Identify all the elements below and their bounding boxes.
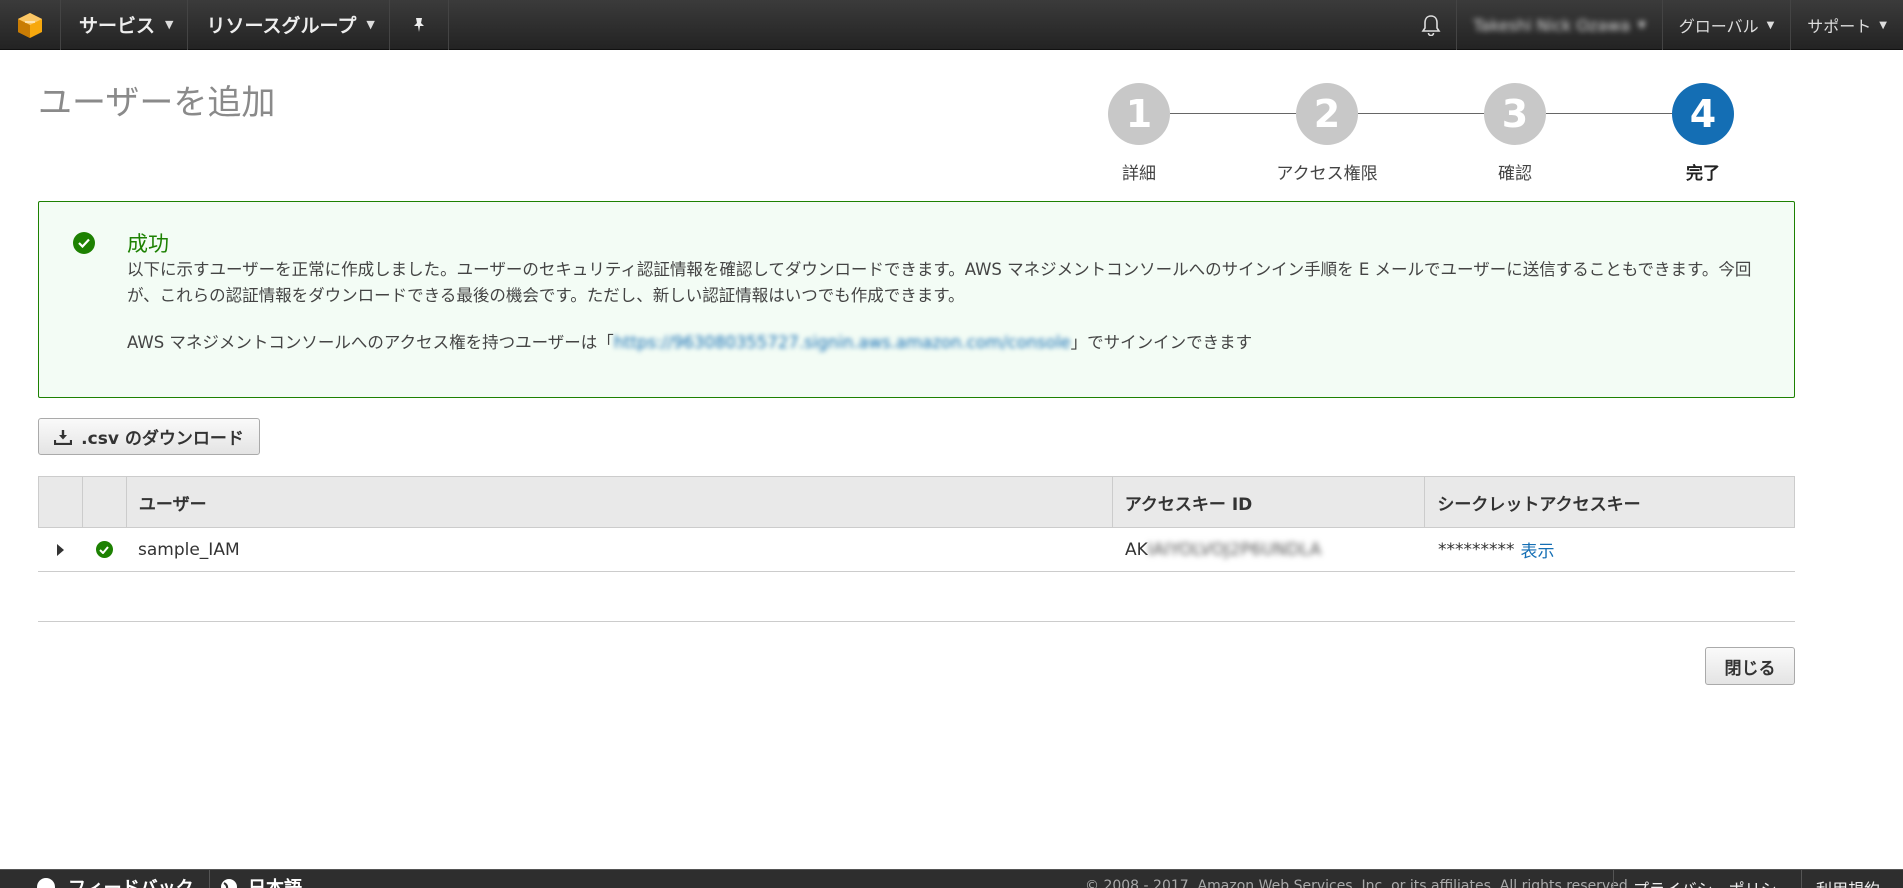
step-label: 確認 (1498, 164, 1532, 184)
access-key-rest: IAIYOLVOJ2P6UNDLA (1147, 539, 1322, 560)
header-status-col (83, 477, 127, 527)
signin-url-link[interactable]: https://963080355727.signin.aws.amazon.c… (614, 333, 1071, 352)
footer-separator (209, 870, 210, 888)
table-header: ユーザー アクセスキー ID シークレットアクセスキー (38, 476, 1795, 528)
username: Takeshi Nick Ozawa (1473, 15, 1631, 35)
header-user[interactable]: ユーザー (127, 477, 1113, 527)
wizard-stepper: 1 詳細 2 アクセス権限 3 確認 4 完了 (1108, 83, 1734, 184)
divider (38, 621, 1795, 622)
download-csv-button[interactable]: .csv のダウンロード (38, 418, 260, 455)
language-selector[interactable]: 日本語 (220, 874, 302, 888)
bell-icon[interactable] (1406, 14, 1456, 36)
chevron-down-icon: ▼ (1766, 19, 1775, 31)
step-number: 3 (1484, 83, 1546, 145)
chevron-down-icon: ▼ (366, 18, 375, 31)
top-navigation-bar: サービス ▼ リソースグループ ▼ Takeshi Nick Ozawa ▼ グ… (0, 0, 1903, 50)
chevron-down-icon: ▼ (165, 18, 174, 31)
region-menu[interactable]: グローバル ▼ (1661, 0, 1791, 50)
row-secret-access-key: ********* 表示 (1426, 528, 1795, 571)
header-expand-col (39, 477, 83, 527)
step-connector (1170, 113, 1296, 114)
step-label: 完了 (1686, 164, 1720, 184)
secret-masked: ********* (1438, 539, 1515, 560)
language-label: 日本語 (248, 874, 302, 888)
chevron-down-icon: ▼ (1638, 19, 1646, 31)
signin-url-prefix: AWS マネジメントコンソールへのアクセス権を持つユーザーは「 (127, 333, 614, 352)
globe-icon (221, 879, 237, 888)
success-alert: 成功 以下に示すユーザーを正常に作成しました。ユーザーのセキュリティ認証情報を確… (38, 201, 1795, 398)
table-row: sample_IAM AK IAIYOLVOJ2P6UNDLA *********… (38, 528, 1795, 572)
footer-separator (1613, 870, 1614, 888)
caret-right-icon (56, 543, 64, 556)
step-2: 2 アクセス権限 (1276, 83, 1378, 184)
row-user-name: sample_IAM (138, 539, 240, 560)
success-check-icon (73, 232, 95, 254)
privacy-policy-link[interactable]: プライバシーポリシー (1633, 876, 1793, 888)
users-table: ユーザー アクセスキー ID シークレットアクセスキー sample_IAM A… (38, 476, 1795, 572)
services-menu[interactable]: サービス ▼ (60, 0, 187, 50)
expand-row-toggle[interactable] (38, 528, 82, 571)
step-connector (1358, 113, 1484, 114)
feedback-icon (37, 878, 55, 888)
page-title: ユーザーを追加 (38, 83, 276, 123)
access-key-prefix: AK (1125, 539, 1148, 560)
support-menu[interactable]: サポート ▼ (1790, 0, 1903, 50)
download-csv-label: .csv のダウンロード (81, 429, 244, 449)
copyright-text: © 2008 - 2017, Amazon Web Services, Inc.… (1085, 878, 1633, 888)
success-check-icon (95, 541, 113, 558)
services-label: サービス (79, 15, 156, 37)
step-number: 2 (1296, 83, 1358, 145)
step-label: 詳細 (1122, 164, 1156, 184)
support-label: サポート (1807, 17, 1872, 36)
success-title: 成功 (127, 232, 169, 256)
step-number: 1 (1108, 83, 1170, 145)
footer-separator (1801, 870, 1802, 888)
account-menu[interactable]: Takeshi Nick Ozawa ▼ (1456, 0, 1661, 50)
step-3: 3 確認 (1484, 83, 1546, 184)
download-icon (54, 429, 73, 445)
step-4: 4 完了 (1672, 83, 1734, 184)
success-message: 以下に示すユーザーを正常に作成しました。ユーザーのセキュリティ認証情報を確認して… (127, 260, 1752, 305)
row-access-key-id: AK IAIYOLVOJ2P6UNDLA (1113, 528, 1426, 571)
signin-url-suffix: 」でサインインできます (1070, 333, 1253, 352)
signin-url-line: AWS マネジメントコンソールへのアクセス権を持つユーザーは「https://9… (127, 329, 1252, 353)
resource-groups-menu[interactable]: リソースグループ ▼ (187, 0, 388, 50)
resource-groups-label: リソースグループ (206, 15, 357, 37)
step-label: アクセス権限 (1276, 164, 1378, 184)
step-1: 1 詳細 (1108, 83, 1170, 184)
step-number: 4 (1672, 83, 1734, 145)
step-connector (1546, 113, 1672, 114)
header-access-key-id[interactable]: アクセスキー ID (1113, 477, 1426, 527)
footer-bar: フィードバック 日本語 © 2008 - 2017, Amazon Web Se… (0, 869, 1903, 888)
terms-of-use-link[interactable]: 利用規約 (1816, 876, 1880, 888)
row-status (82, 528, 126, 571)
region-label: グローバル (1678, 17, 1759, 36)
feedback-label: フィードバック (68, 874, 194, 888)
pin-icon[interactable] (388, 0, 449, 50)
close-button[interactable]: 閉じる (1705, 647, 1795, 685)
show-secret-link[interactable]: 表示 (1521, 537, 1555, 562)
aws-logo-icon[interactable] (0, 0, 60, 50)
close-button-label: 閉じる (1724, 658, 1776, 679)
header-secret-access-key[interactable]: シークレットアクセスキー (1425, 477, 1794, 527)
chevron-down-icon: ▼ (1879, 19, 1887, 31)
feedback-link[interactable]: フィードバック (36, 874, 194, 888)
